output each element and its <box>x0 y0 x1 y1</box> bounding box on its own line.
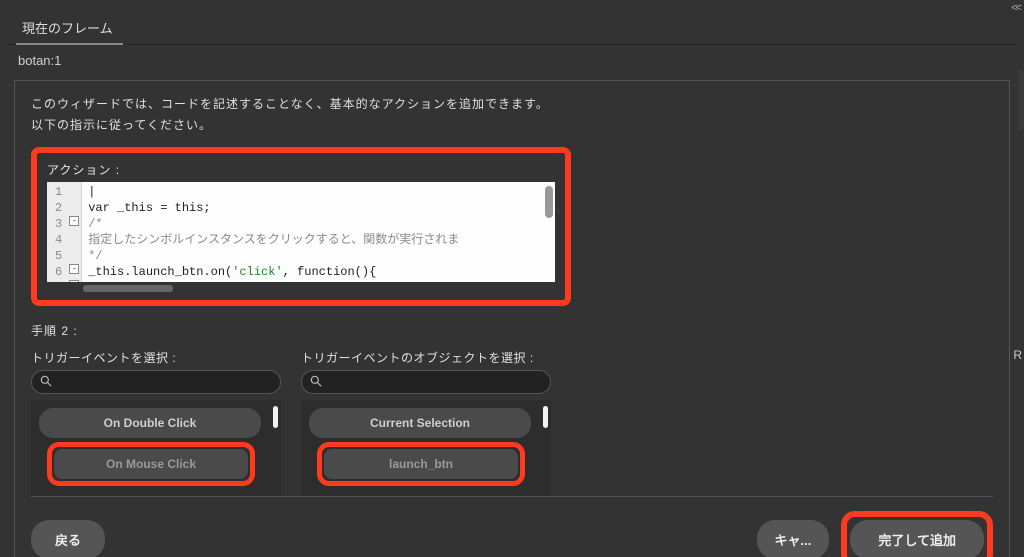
line-number: 3 <box>55 216 62 232</box>
object-list: Current Selection launch_btn <box>301 400 551 496</box>
code-gutter: 1 2 3 4 5 6 7 8 <box>47 182 68 282</box>
step-2-label: 手順 2 : <box>31 322 993 339</box>
line-number: 4 <box>55 232 62 248</box>
search-icon <box>309 374 323 388</box>
code-content[interactable]: | var _this = this; /* 指定したシンボルインスタンスをクリ… <box>82 182 555 282</box>
wizard-panel: 現在のフレーム botan:1 このウィザードでは、コードを記述することなく、基… <box>8 10 1016 547</box>
object-column: トリガーイベントのオブジェクトを選択 : Current Selection l… <box>301 349 551 496</box>
lists-row: トリガーイベントを選択 : On Double Click On Mouse C… <box>31 349 993 496</box>
code-scroll-thumb[interactable] <box>83 285 173 292</box>
object-item-current-selection[interactable]: Current Selection <box>309 408 531 438</box>
trigger-event-title: トリガーイベントを選択 : <box>31 349 281 366</box>
trigger-event-column: トリガーイベントを選択 : On Double Click On Mouse C… <box>31 349 281 496</box>
action-label: アクション : <box>47 161 555 178</box>
back-button[interactable]: 戻る <box>31 520 105 557</box>
breadcrumb: botan:1 <box>8 45 1016 76</box>
line-number: 1 <box>55 184 62 200</box>
trigger-item-double-click[interactable]: On Double Click <box>39 408 261 438</box>
footer-bar: 戻る キャ... 完了して追加 <box>31 496 993 557</box>
line-number: 2 <box>55 200 62 216</box>
complete-highlight-frame: 完了して追加 <box>841 511 993 557</box>
line-number: 6 <box>55 264 62 280</box>
complete-add-button[interactable]: 完了して追加 <box>850 520 984 557</box>
code-scroll-vertical[interactable] <box>545 186 553 218</box>
fold-toggle-icon[interactable]: - <box>69 280 79 282</box>
line-number: 7 <box>55 280 62 282</box>
object-search-input[interactable] <box>301 370 551 394</box>
action-highlight-frame: アクション : 1 2 3 4 5 6 7 8 - - <box>31 147 571 306</box>
object-highlight-frame: launch_btn <box>317 442 525 486</box>
code-editor[interactable]: 1 2 3 4 5 6 7 8 - - - | var _this = t <box>47 182 555 282</box>
tab-current-frame[interactable]: 現在のフレーム <box>16 10 123 45</box>
right-marker: R <box>1013 348 1022 362</box>
trigger-search-input[interactable] <box>31 370 281 394</box>
wizard-intro-line-2: 以下の指示に従ってください。 <box>31 116 993 133</box>
code-scroll-horizontal[interactable] <box>47 284 555 294</box>
wizard-intro-line-1: このウィザードでは、コードを記述することなく、基本的なアクションを追加できます。 <box>31 95 993 112</box>
fold-toggle-icon[interactable]: - <box>69 216 79 226</box>
trigger-list: On Double Click On Mouse Click <box>31 400 281 496</box>
tab-bar: 現在のフレーム <box>8 10 1016 45</box>
trigger-highlight-frame: On Mouse Click <box>47 442 255 486</box>
trigger-item-mouse-click[interactable]: On Mouse Click <box>54 449 248 479</box>
fold-toggle-icon[interactable]: - <box>69 264 79 274</box>
object-item-launch-btn[interactable]: launch_btn <box>324 449 518 479</box>
list-scrollbar[interactable] <box>273 406 278 428</box>
search-icon <box>39 374 53 388</box>
cancel-button[interactable]: キャ... <box>757 520 830 557</box>
line-number: 5 <box>55 248 62 264</box>
fold-column: - - - <box>68 182 82 282</box>
object-title: トリガーイベントのオブジェクトを選択 : <box>301 349 551 366</box>
wizard-body: このウィザードでは、コードを記述することなく、基本的なアクションを追加できます。… <box>14 80 1010 557</box>
right-dock-stub[interactable] <box>1018 70 1024 130</box>
list-scrollbar[interactable] <box>543 406 548 428</box>
